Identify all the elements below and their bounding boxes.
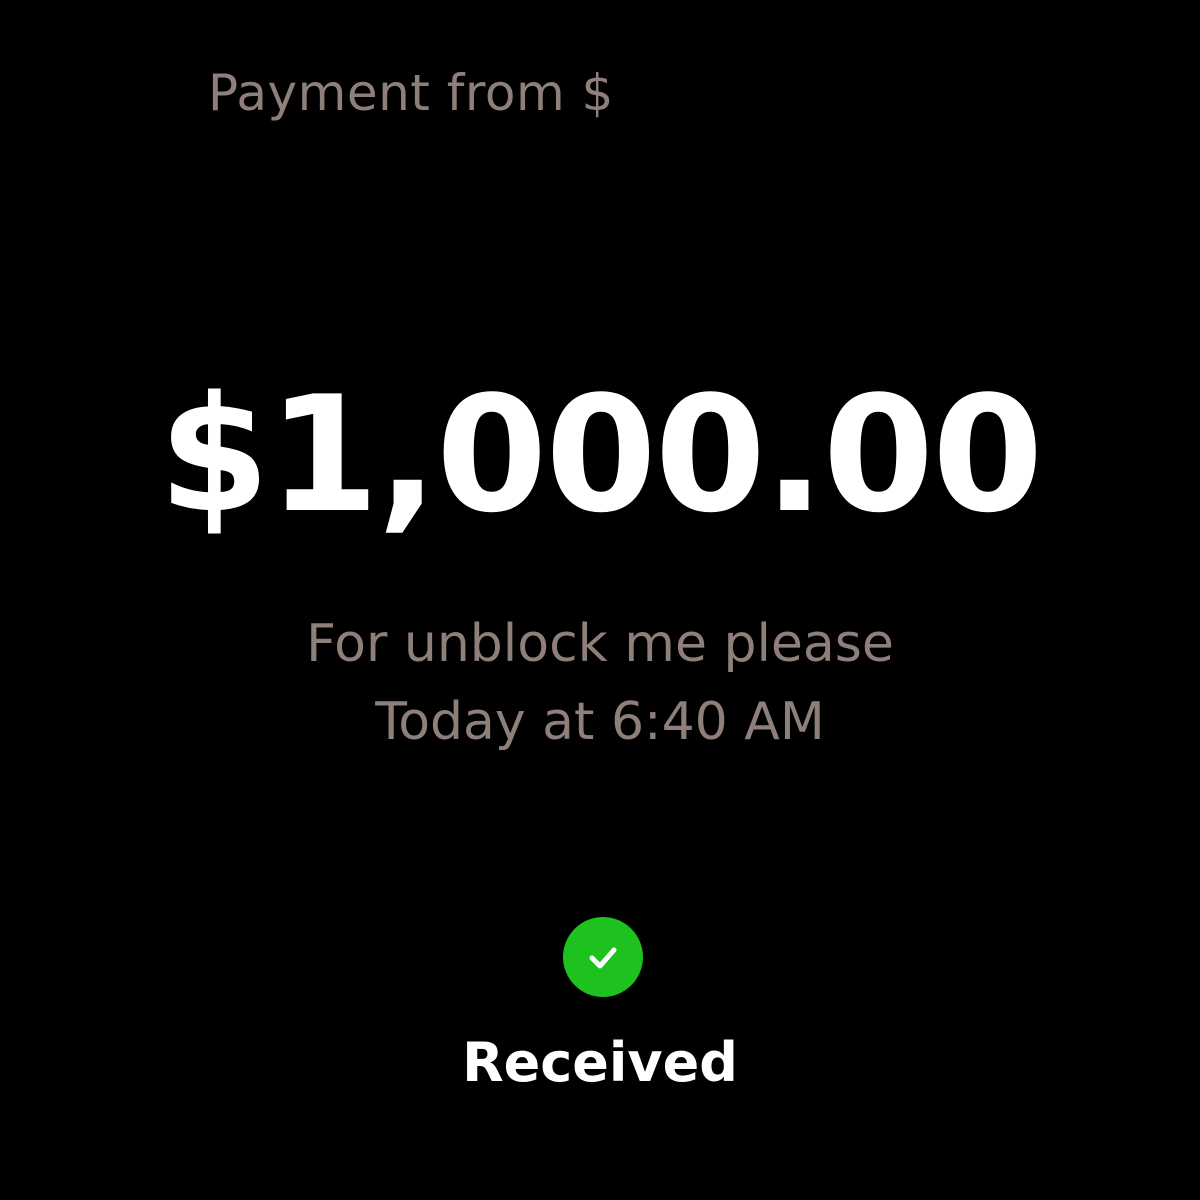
- checkmark-icon: [589, 947, 617, 969]
- payment-header: Payment from $: [208, 64, 614, 122]
- payment-amount: $1,000.00: [158, 361, 1044, 548]
- payment-timestamp: Today at 6:40 AM: [375, 692, 825, 752]
- check-circle-icon: [563, 917, 643, 997]
- payment-note: For unblock me please: [306, 614, 894, 674]
- status-label: Received: [462, 1031, 738, 1094]
